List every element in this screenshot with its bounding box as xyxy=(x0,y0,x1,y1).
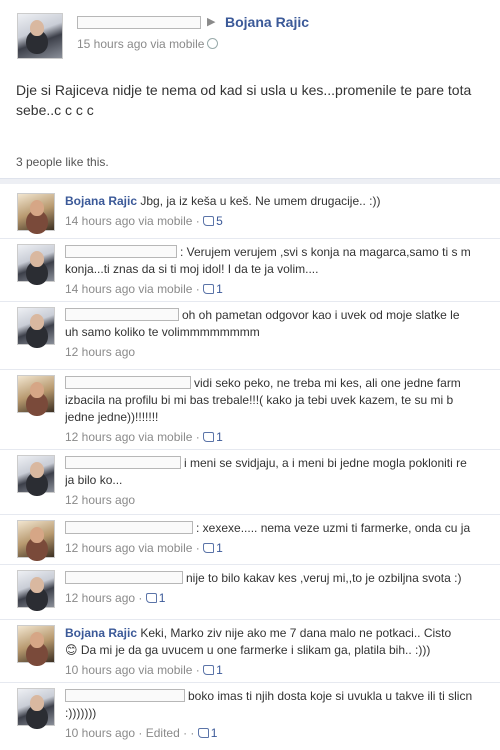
comment-footer: 12 hours ago · 1 xyxy=(65,591,166,605)
comment-avatar[interactable] xyxy=(17,688,55,726)
comment-author-link[interactable]: Bojana Rajic xyxy=(65,194,137,208)
comment-text-block: boko imas ti njih dosta koje si uvukla u… xyxy=(65,688,500,722)
thumbs-up-icon[interactable] xyxy=(203,432,215,442)
comment-time[interactable]: 12 hours ago xyxy=(65,493,135,507)
comment-footer: 10 hours ago · Edited · · 1 xyxy=(65,726,218,740)
comment-text-block: : Verujem verujem ,svi s konja na magarc… xyxy=(65,244,500,278)
comment-divider xyxy=(0,564,500,565)
redacted-name xyxy=(65,245,177,258)
comment-like-count[interactable]: 1 xyxy=(216,430,223,444)
comment-body: : xexexe..... nema veze uzmi ti farmerke… xyxy=(65,520,500,557)
comment-body: Bojana Rajic Keki, Marko ziv nije ako me… xyxy=(65,625,500,679)
comment-footer: 12 hours ago via mobile · 1 xyxy=(65,430,223,444)
comment-text: Jbg, ja iz keša u keš. Ne umem drugacije… xyxy=(140,194,381,208)
comment-divider xyxy=(0,369,500,370)
comment-avatar[interactable] xyxy=(17,193,55,231)
post-header: ▶ Bojana Rajic 15 hours ago via mobile xyxy=(0,0,500,60)
redacted-name xyxy=(65,571,183,584)
redacted-name xyxy=(65,376,191,389)
comment-footer: 14 hours ago via mobile · 1 xyxy=(65,282,223,296)
comment-avatar[interactable] xyxy=(17,625,55,663)
comment-footer: 12 hours ago via mobile · 1 xyxy=(65,541,223,555)
comment-footer: 12 hours ago xyxy=(65,492,500,509)
thumbs-up-icon[interactable] xyxy=(203,216,215,226)
comment-avatar[interactable] xyxy=(17,307,55,345)
comment-time[interactable]: 14 hours ago via mobile xyxy=(65,282,192,296)
comment-divider xyxy=(0,238,500,239)
redacted-name xyxy=(77,16,201,29)
redacted-name xyxy=(65,308,179,321)
comment-divider xyxy=(0,449,500,450)
comment-text: : xexexe..... nema veze uzmi ti farmerke… xyxy=(196,521,471,535)
comment-body: vidi seko peko, ne treba mi kes, ali one… xyxy=(65,375,500,446)
comment-text-block: i meni se svidjaju, a i meni bi jedne mo… xyxy=(65,455,500,489)
comment-avatar[interactable] xyxy=(17,520,55,558)
thumbs-up-icon[interactable] xyxy=(197,728,209,738)
comment-text-block: vidi seko peko, ne treba mi kes, ali one… xyxy=(65,375,500,426)
comment-like-count[interactable]: 1 xyxy=(159,591,166,605)
comment-time[interactable]: 12 hours ago via mobile xyxy=(65,541,192,555)
thumbs-up-icon[interactable] xyxy=(203,543,215,553)
comment-body: : Verujem verujem ,svi s konja na magarc… xyxy=(65,244,500,298)
post-timestamp[interactable]: 15 hours ago via mobile xyxy=(77,37,219,51)
post-author-link[interactable]: Bojana Rajic xyxy=(225,14,309,30)
redacted-name xyxy=(65,456,181,469)
comment-text-block: oh oh pametan odgovor kao i uvek od moje… xyxy=(65,307,500,341)
comment-time[interactable]: 12 hours ago via mobile xyxy=(65,430,192,444)
comment-text-block: nije to bilo kakav kes ,veruj mi,,to je … xyxy=(65,570,500,587)
post-message: Dje si Rajiceva nidje te nema od kad si … xyxy=(16,82,472,118)
comment-like-count[interactable]: 1 xyxy=(216,282,223,296)
comment-text-block: Bojana Rajic Jbg, ja iz keša u keš. Ne u… xyxy=(65,193,500,210)
comment-time[interactable]: 12 hours ago xyxy=(65,591,135,605)
comment-text-block: : xexexe..... nema veze uzmi ti farmerke… xyxy=(65,520,500,537)
arrow-right-icon: ▶ xyxy=(207,16,216,28)
comment-time[interactable]: 10 hours ago via mobile xyxy=(65,663,192,677)
post-author-avatar[interactable] xyxy=(17,13,63,59)
post-likes-summary[interactable]: 3 people like this. xyxy=(16,155,109,169)
comment-footer: 10 hours ago via mobile · 1 xyxy=(65,663,223,677)
comment-time[interactable]: 12 hours ago xyxy=(65,345,135,359)
comment-avatar[interactable] xyxy=(17,244,55,282)
comment-body: oh oh pametan odgovor kao i uvek od moje… xyxy=(65,307,500,361)
comment-body: boko imas ti njih dosta koje si uvukla u… xyxy=(65,688,500,742)
comment-divider xyxy=(0,514,500,515)
thumbs-up-icon[interactable] xyxy=(145,593,157,603)
comment-author-link[interactable]: Bojana Rajic xyxy=(65,626,137,640)
comment-avatar[interactable] xyxy=(17,375,55,413)
comment-like-count[interactable]: 1 xyxy=(216,541,223,555)
redacted-name xyxy=(65,689,185,702)
comment-text-block: Bojana Rajic Keki, Marko ziv nije ako me… xyxy=(65,625,500,659)
comment-divider xyxy=(0,682,500,683)
comment-body: nije to bilo kakav kes ,veruj mi,,to je … xyxy=(65,570,500,607)
comment-time[interactable]: 14 hours ago via mobile xyxy=(65,214,192,228)
comment-avatar[interactable] xyxy=(17,570,55,608)
thumbs-up-icon[interactable] xyxy=(203,665,215,675)
comment-divider xyxy=(0,301,500,302)
comment-divider xyxy=(0,619,500,620)
separator xyxy=(0,178,500,184)
comment-like-count[interactable]: 1 xyxy=(211,726,218,740)
comment-footer: 14 hours ago via mobile · 5 xyxy=(65,214,223,228)
thumbs-up-icon[interactable] xyxy=(203,284,215,294)
comment-body: Bojana Rajic Jbg, ja iz keša u keš. Ne u… xyxy=(65,193,500,230)
comment-like-count[interactable]: 1 xyxy=(216,663,223,677)
comment-text: nije to bilo kakav kes ,veruj mi,,to je … xyxy=(186,571,462,585)
comment-like-count[interactable]: 5 xyxy=(216,214,223,228)
comment-body: i meni se svidjaju, a i meni bi jedne mo… xyxy=(65,455,500,509)
redacted-name xyxy=(65,521,193,534)
globe-icon xyxy=(207,38,219,49)
comment-avatar[interactable] xyxy=(17,455,55,493)
comment-time[interactable]: 10 hours ago · Edited · xyxy=(65,726,187,740)
post-time-text[interactable]: 15 hours ago via mobile xyxy=(77,37,204,51)
comment-footer: 12 hours ago xyxy=(65,344,500,361)
